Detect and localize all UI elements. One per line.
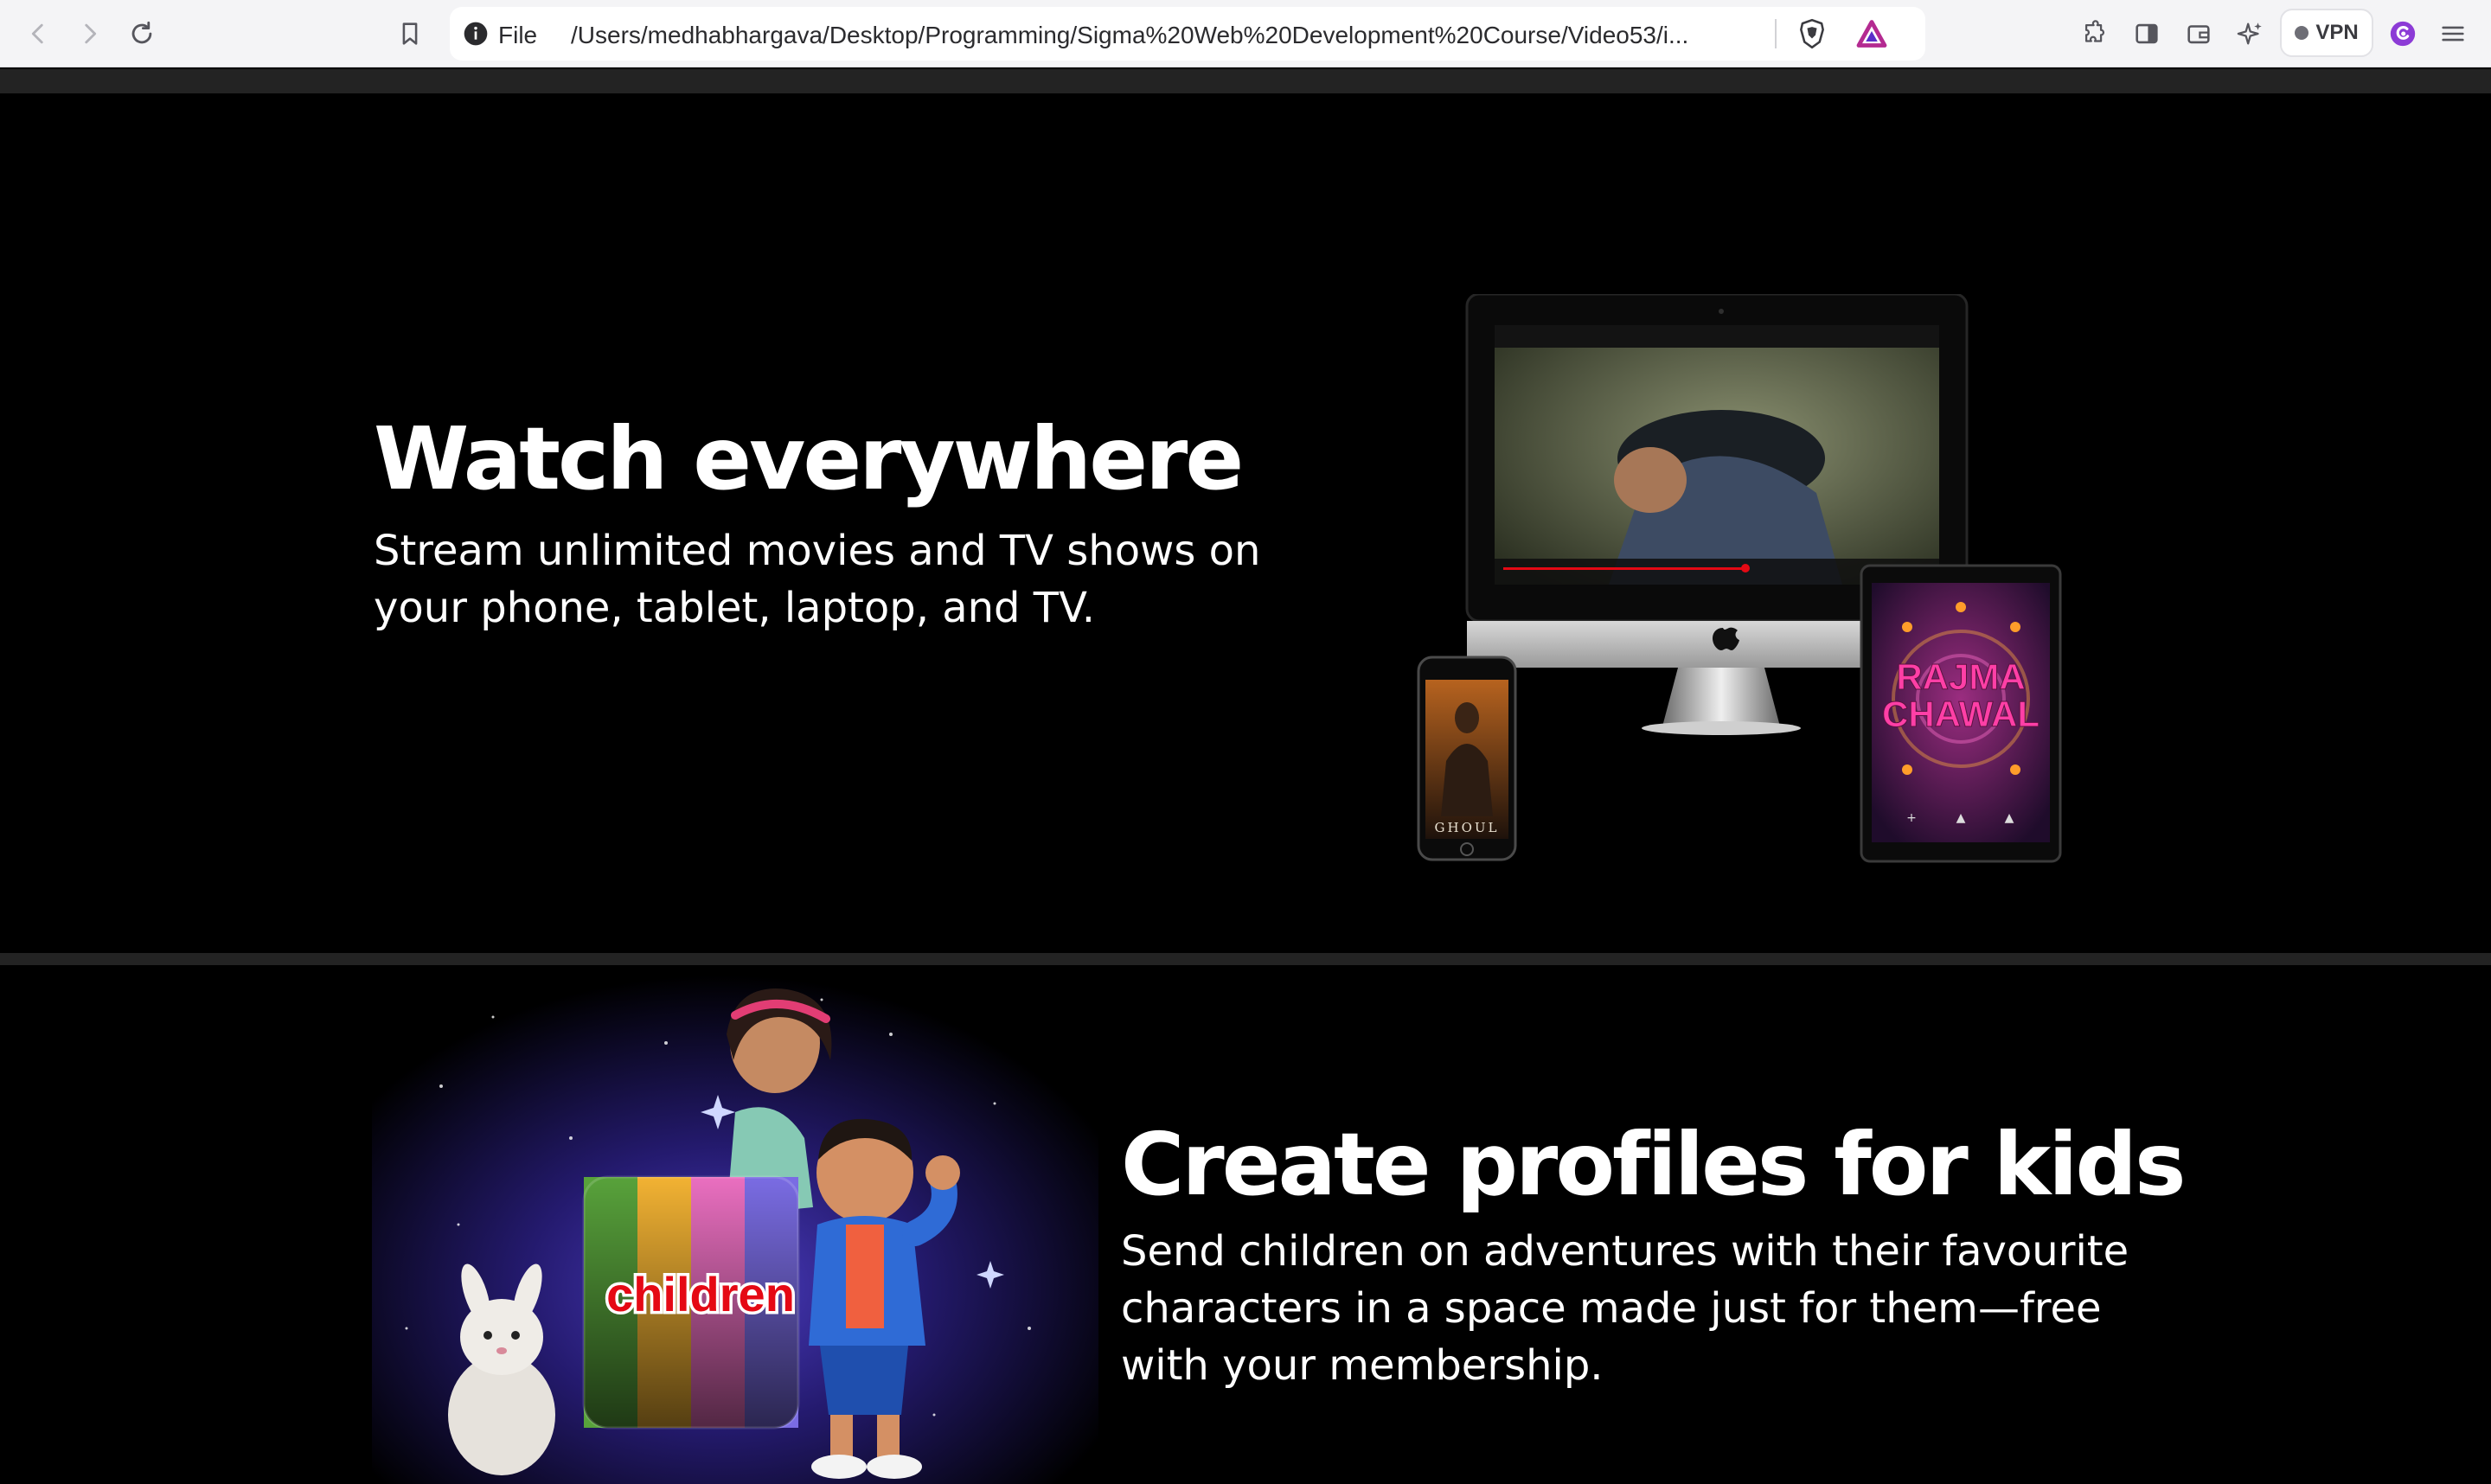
section-description: Stream unlimited movies and TV shows on …	[374, 527, 1261, 632]
tablet-title-line1: RAJMA	[1896, 656, 2025, 697]
hamburger-menu-icon	[2442, 26, 2464, 42]
info-icon[interactable]	[462, 20, 490, 48]
leo-ai-button[interactable]	[2232, 15, 2270, 53]
puzzle-piece-icon	[2084, 20, 2104, 42]
vpn-status-icon	[2295, 26, 2309, 40]
profile-button[interactable]	[2384, 15, 2422, 53]
svg-text:▲: ▲	[2005, 811, 2014, 825]
tablet-device: RAJMA CHAWAL + ▲ ▲	[1860, 564, 2062, 863]
children-badge: children	[582, 1175, 800, 1430]
reload-button[interactable]	[123, 15, 161, 53]
kids-profile-illustration: children	[372, 965, 1098, 1484]
menu-button[interactable]	[2434, 15, 2472, 53]
url-text[interactable]: /Users/medhabhargava/Desktop/Programming…	[571, 22, 1761, 49]
tablet-title-line2: CHAWAL	[1882, 694, 2040, 734]
vpn-button[interactable]: VPN	[2280, 9, 2373, 57]
extensions-button[interactable]	[2076, 15, 2114, 53]
devices-illustration: RAJMA CHAWAL + ▲ ▲ GHOUL	[1417, 294, 2062, 863]
back-button[interactable]	[19, 15, 57, 53]
children-badge-label: children	[606, 1267, 795, 1321]
brave-shields-icon[interactable]	[1796, 17, 1828, 50]
video-progress-knob	[1741, 564, 1750, 572]
chevron-right-icon	[85, 23, 97, 44]
svg-text:▲: ▲	[1956, 811, 1966, 825]
brave-rewards-icon[interactable]	[1856, 19, 1887, 48]
browser-toolbar: File /Users/medhabhargava/Desktop/Progra…	[0, 0, 2491, 67]
sidebar-icon	[2136, 23, 2158, 44]
phone-title: GHOUL	[1435, 820, 1500, 835]
brand-logo-icon	[1713, 627, 1739, 650]
forward-button[interactable]	[71, 15, 109, 53]
vpn-label: VPN	[2315, 21, 2359, 44]
section-description: Send children on adventures with their f…	[1121, 1227, 2129, 1390]
svg-text:+: +	[1906, 811, 1917, 825]
address-bar[interactable]: File /Users/medhabhargava/Desktop/Progra…	[450, 7, 1925, 61]
url-divider	[1775, 19, 1777, 48]
profile-avatar-icon	[2390, 21, 2416, 47]
section-divider	[0, 953, 2491, 965]
section-title: Watch everywhere	[374, 408, 1244, 509]
bookmark-icon	[402, 22, 418, 45]
watch-everywhere-section: Watch everywhere Stream unlimited movies…	[0, 93, 2491, 953]
sidebar-button[interactable]	[2128, 15, 2166, 53]
url-scheme-label: File	[498, 22, 538, 48]
kids-profiles-section: children Create profiles for kids Send c…	[0, 965, 2491, 1484]
monitor-stand	[1662, 668, 1780, 726]
phone-device: GHOUL	[1417, 656, 1517, 861]
wallet-icon	[2187, 25, 2210, 44]
bookmark-button[interactable]	[391, 15, 429, 53]
wallet-button[interactable]	[2180, 15, 2218, 53]
video-progress-bar	[1503, 567, 1745, 570]
section-divider	[0, 69, 2491, 93]
reload-icon	[131, 21, 152, 44]
section-title: Create profiles for kids	[1121, 1114, 2186, 1215]
sparkle-icon	[2237, 22, 2262, 45]
chevron-left-icon	[31, 23, 43, 44]
